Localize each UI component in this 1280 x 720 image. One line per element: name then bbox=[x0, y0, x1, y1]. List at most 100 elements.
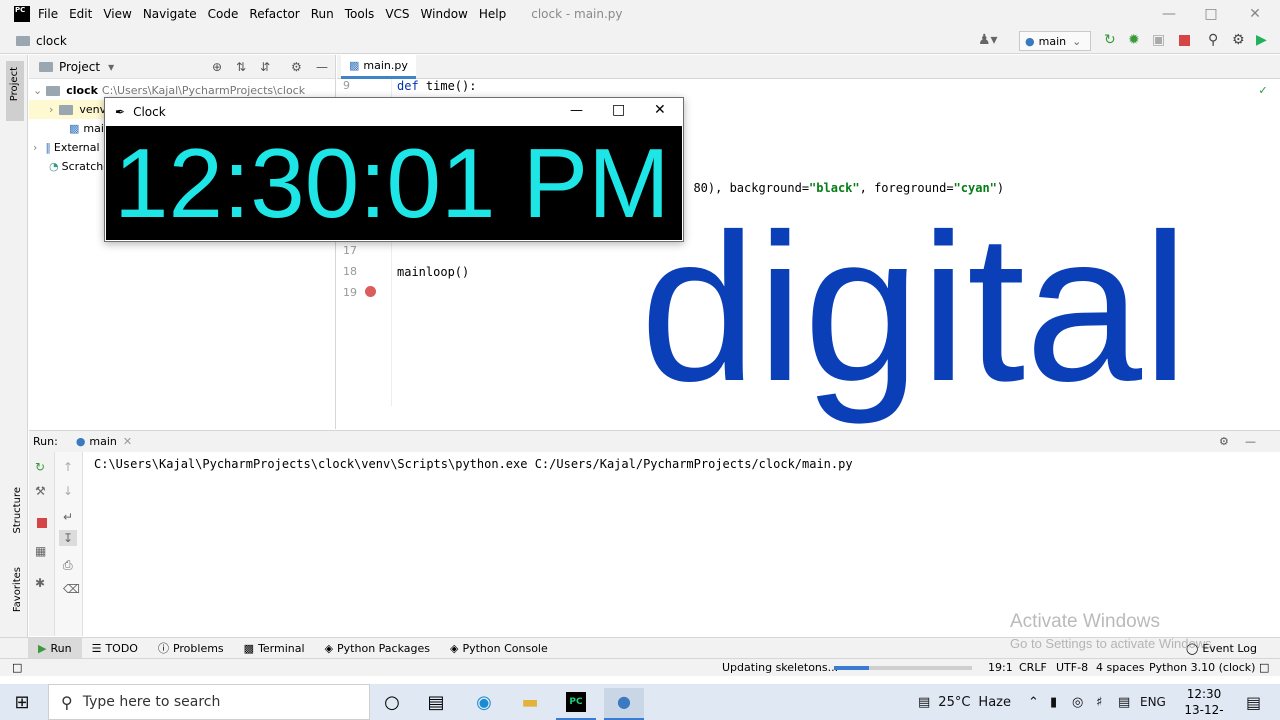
rerun-icon[interactable]: ↻ bbox=[35, 460, 45, 474]
settings-icon[interactable]: ⚙ bbox=[1232, 32, 1245, 48]
maximize-icon[interactable]: □ bbox=[612, 102, 625, 118]
lock-icon[interactable]: □ bbox=[1259, 661, 1269, 674]
hide-icon[interactable]: — bbox=[1245, 435, 1256, 448]
breakpoint-icon[interactable] bbox=[365, 286, 376, 297]
edge-icon[interactable]: ◉ bbox=[464, 688, 504, 716]
tab-python-packages[interactable]: ◈ Python Packages bbox=[315, 638, 440, 659]
tab-main-py[interactable]: ▩ main.py bbox=[341, 55, 416, 79]
cortana-icon[interactable]: ○ bbox=[372, 688, 412, 716]
tree-item-scratches[interactable]: ◔ Scratche bbox=[49, 157, 110, 176]
menu-refactor[interactable]: Refactor bbox=[249, 7, 299, 21]
coverage-icon[interactable]: ▣ bbox=[1152, 32, 1165, 48]
close-tab-icon[interactable]: ✕ bbox=[123, 435, 132, 448]
locate-icon[interactable]: ⊕ bbox=[212, 60, 222, 74]
caret-position[interactable]: 19:1 bbox=[988, 661, 1013, 674]
code-keyword: def bbox=[397, 79, 419, 93]
indent-setting[interactable]: 4 spaces bbox=[1096, 661, 1145, 674]
soft-wrap-icon[interactable]: ↵ bbox=[63, 510, 73, 524]
user-icon[interactable]: ♟▾ bbox=[978, 32, 998, 48]
clock-tray[interactable]: 12:30 13-12-2021 bbox=[1172, 686, 1236, 720]
windows-start-icon[interactable]: ⊞ bbox=[2, 688, 42, 716]
menu-view[interactable]: View bbox=[103, 7, 131, 21]
tab-python-packages-label: Python Packages bbox=[337, 641, 430, 655]
editor-tabs: ▩ main.py bbox=[337, 55, 1280, 79]
search-icon[interactable]: ⚲ bbox=[1208, 32, 1218, 48]
pin-icon[interactable]: ✱ bbox=[35, 576, 45, 590]
clock-titlebar[interactable]: ✒ Clock — □ ✕ bbox=[105, 98, 683, 126]
menu-code[interactable]: Code bbox=[208, 7, 239, 21]
run-console-output[interactable]: C:\Users\Kajal\PycharmProjects\clock\ven… bbox=[84, 452, 1280, 636]
expand-all-icon[interactable]: ⇅ bbox=[236, 60, 246, 74]
favorites-tool-label[interactable]: Favorites bbox=[12, 567, 23, 612]
tab-run[interactable]: ▶ Run bbox=[28, 637, 82, 659]
wrench-icon[interactable]: ⚒ bbox=[35, 484, 46, 498]
minimize-icon[interactable]: — bbox=[570, 103, 583, 118]
gear-icon[interactable]: ⚙ bbox=[291, 60, 302, 74]
network-icon[interactable]: ◎ bbox=[1072, 684, 1083, 720]
scroll-to-end-icon[interactable]: ↧ bbox=[59, 530, 78, 546]
chevron-down-icon[interactable]: ▾ bbox=[108, 60, 114, 74]
close-icon[interactable]: ✕ bbox=[654, 102, 666, 118]
arrow-down-icon[interactable]: ↓ bbox=[63, 484, 73, 498]
run-config-select[interactable]: ● main ⌄ bbox=[1019, 31, 1091, 51]
hide-icon[interactable]: — bbox=[316, 60, 328, 74]
trash-icon[interactable]: ⌫ bbox=[63, 582, 80, 596]
project-panel-title[interactable]: Project bbox=[59, 60, 100, 74]
menu-run[interactable]: Run bbox=[311, 7, 334, 21]
menu-tools[interactable]: Tools bbox=[345, 7, 375, 21]
arrow-up-icon[interactable]: ↑ bbox=[63, 460, 73, 474]
tab-terminal-label: Terminal bbox=[258, 641, 305, 655]
tab-python-console[interactable]: ◈ Python Console bbox=[440, 638, 558, 659]
structure-tool-label[interactable]: Structure bbox=[12, 487, 23, 534]
menu-help[interactable]: Help bbox=[479, 7, 506, 21]
info-icon: ⓘ bbox=[157, 642, 169, 655]
debug-icon[interactable]: ✹ bbox=[1128, 32, 1140, 48]
breadcrumb[interactable]: clock bbox=[36, 34, 67, 48]
gear-icon[interactable]: ⚙ bbox=[1219, 435, 1229, 448]
menu-window[interactable]: Window bbox=[421, 7, 468, 21]
clock-window[interactable]: ✒ Clock — □ ✕ 12:30:01 PM bbox=[104, 97, 684, 242]
menu-vcs[interactable]: VCS bbox=[385, 7, 409, 21]
tab-todo[interactable]: ☰ TODO bbox=[82, 638, 148, 659]
menu-file[interactable]: File bbox=[38, 7, 58, 21]
python-taskbar-button[interactable]: ● bbox=[604, 688, 644, 720]
menu-edit[interactable]: Edit bbox=[69, 7, 92, 21]
menu-navigate[interactable]: Navigate bbox=[143, 7, 197, 21]
tree-item-external[interactable]: › ‖ External bbox=[33, 138, 100, 157]
notification-icon[interactable]: ▤ bbox=[1246, 684, 1261, 720]
chevron-up-icon[interactable]: ⌃ bbox=[1028, 684, 1039, 720]
maximize-icon[interactable]: □ bbox=[1188, 3, 1234, 25]
collapse-all-icon[interactable]: ⇵ bbox=[260, 60, 270, 74]
stop-icon[interactable] bbox=[37, 518, 47, 528]
pycharm-taskbar-button[interactable]: PC bbox=[556, 688, 596, 720]
feather-icon: ✒ bbox=[115, 105, 126, 119]
line-separator[interactable]: CRLF bbox=[1019, 661, 1047, 674]
menu-bar: PC File Edit View Navigate Code Refactor… bbox=[0, 0, 1280, 28]
language-indicator[interactable]: ENG bbox=[1140, 684, 1166, 720]
minimize-icon[interactable]: — bbox=[1146, 3, 1192, 25]
stop-icon[interactable] bbox=[1179, 35, 1190, 46]
tab-terminal[interactable]: ▩ Terminal bbox=[234, 638, 315, 659]
rerun-icon[interactable]: ↻ bbox=[1104, 32, 1116, 48]
battery-icon[interactable]: ▮ bbox=[1050, 684, 1057, 720]
jetbrains-icon[interactable]: ▶ bbox=[1256, 32, 1267, 48]
project-tool-button[interactable]: Project bbox=[6, 61, 24, 121]
layout-toggle-icon[interactable]: □ bbox=[12, 661, 22, 674]
layout-icon[interactable]: ▦ bbox=[35, 544, 46, 558]
status-bar: □ Updating skeletons... 19:1 CRLF UTF-8 … bbox=[0, 658, 1280, 676]
task-view-icon[interactable]: ▤ bbox=[416, 688, 456, 716]
taskbar-search[interactable]: ⚲ Type here to search bbox=[48, 684, 370, 720]
run-tab-main[interactable]: main bbox=[89, 435, 116, 448]
clock-time-label: 12:30:01 PM bbox=[106, 126, 682, 240]
close-icon[interactable]: ✕ bbox=[1232, 3, 1278, 25]
volume-icon[interactable]: ♯ bbox=[1096, 684, 1102, 720]
weather-widget[interactable]: ▤ 25°C Haze bbox=[918, 684, 1011, 720]
scratch-icon: ◔ bbox=[49, 160, 59, 173]
keyboard-icon[interactable]: ▤ bbox=[1118, 684, 1130, 720]
file-encoding[interactable]: UTF-8 bbox=[1056, 661, 1088, 674]
print-icon[interactable]: ⎙ bbox=[63, 558, 73, 573]
python-interpreter[interactable]: Python 3.10 (clock) bbox=[1149, 661, 1255, 674]
file-explorer-icon[interactable]: ▬ bbox=[510, 688, 550, 716]
tab-problems[interactable]: ⓘ Problems bbox=[148, 638, 234, 659]
tree-root-path: C:\Users\Kajal\PycharmProjects\clock bbox=[101, 84, 306, 97]
